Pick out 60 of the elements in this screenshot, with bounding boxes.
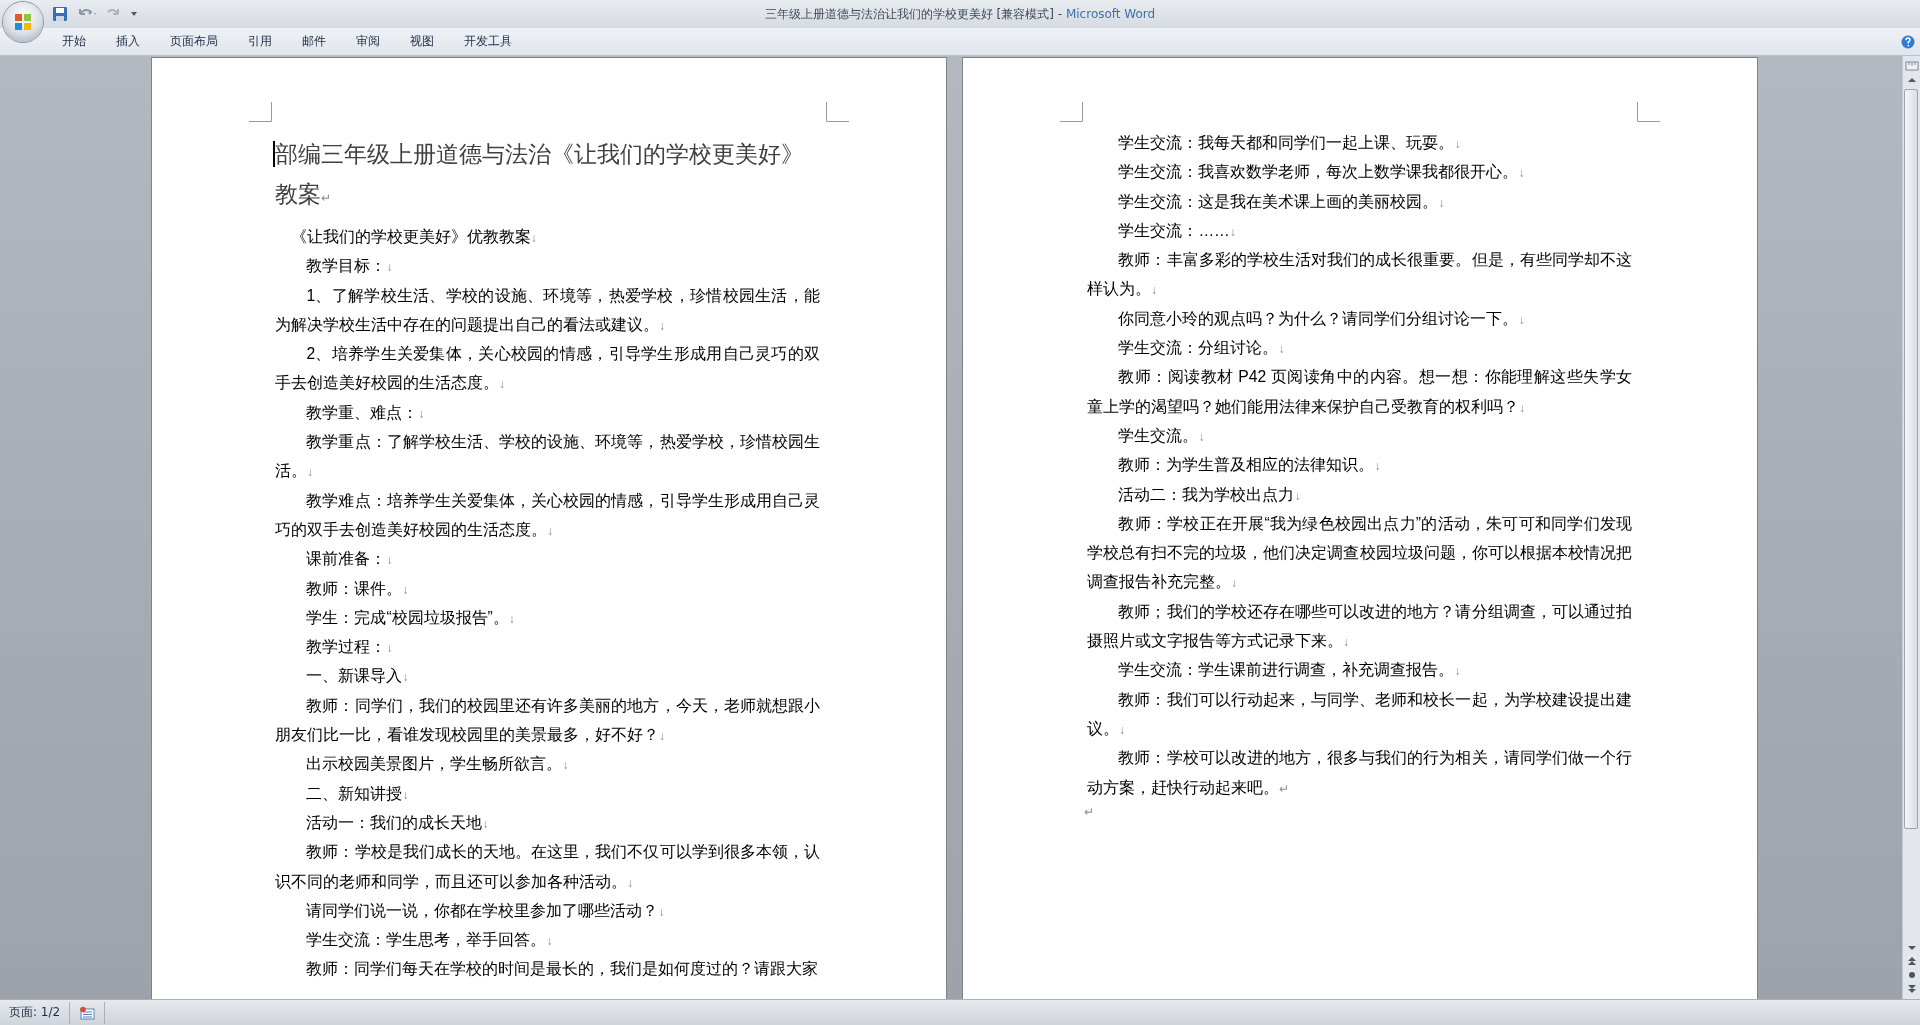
paragraph: 学生交流：我每天都和同学们一起上课、玩耍。↓ — [1117, 133, 1462, 153]
document-title: 部编三年级上册道德与法治《让我们的学校更美好》教案↵ — [275, 140, 805, 209]
paragraph: 教师：课件。↓ — [305, 578, 410, 599]
paragraph: 教师：学校是我们成长的天地。在这里，我们不仅可以学到很多本领，认识不同的老师和同学，而且还可以参加各种活动。↓ — [275, 842, 820, 892]
paragraph: 教师：同学们每天在学校的时间是最长的，我们是如何度过的？请跟大家 — [305, 959, 820, 980]
save-icon[interactable] — [52, 6, 68, 22]
corner-mark — [249, 102, 272, 122]
scroll-thumb[interactable] — [1904, 89, 1918, 829]
page-indicator[interactable]: 页面: 1/2 — [0, 1004, 70, 1021]
ribbon-tab[interactable]: 开始 — [47, 30, 101, 53]
ribbon-tab[interactable]: 页面布局 — [155, 30, 233, 53]
paragraph: 教师；我们的学校还存在哪些可以改进的地方？请分组调查，可以通过拍摄照片或文字报告等方式记录下来。↓ — [1087, 601, 1632, 652]
office-logo-icon — [13, 12, 33, 32]
paragraph: 2、培养学生关爱集体，关心校园的情感，引导学生形成用自己灵巧的双手去创造美好校园的生活态度。↓ — [275, 344, 820, 394]
paragraph: 教学目标：↓ — [305, 256, 394, 277]
paragraph: 学生交流：我喜欢数学老师，每次上数学课我都很开心。↓ — [1117, 162, 1526, 183]
ribbon-tab[interactable]: 视图 — [395, 30, 449, 53]
paragraph: 教师：阅读教材 P42 页阅读角中的内容。想一想：你能理解这些失学女童上学的渴望吗？她们能用法律来保护自己受教育的权利吗？↓ — [1087, 367, 1632, 417]
paragraph: 教学重、难点：↓ — [305, 402, 426, 423]
paragraph: 教师：丰富多彩的学校生活对我们的成长很重要。但是，有些同学却不这样认为。↓ — [1087, 250, 1632, 300]
office-button[interactable] — [3, 2, 43, 42]
paragraph: 教师：同学们，我们的校园里还有许多美丽的地方，今天，老师就想跟小朋友们比一比，看谁发现校园里的美景最多，好不好？↓ — [275, 695, 820, 746]
paragraph: 学生交流：学生思考，举手回答。↓ — [305, 930, 554, 951]
corner-mark — [826, 102, 849, 122]
corner-mark — [1637, 102, 1660, 122]
help-icon[interactable] — [1901, 34, 1915, 49]
ribbon-tab[interactable]: 邮件 — [287, 30, 341, 53]
paragraph: 学生交流：这是我在美术课上画的美丽校园。↓ — [1117, 191, 1446, 212]
paragraph: 请同学们说一说，你都在学校里参加了哪些活动？↓ — [305, 900, 666, 921]
ribbon-tab[interactable]: 审阅 — [341, 30, 395, 53]
paragraph: 一、新课导入↓ — [305, 666, 410, 687]
corner-mark — [1060, 102, 1083, 122]
paragraph: 你同意小玲的观点吗？为什么？请同学们分组讨论一下。↓ — [1117, 308, 1526, 329]
paragraph: 学生：完成“校园垃圾报告”。↓ — [305, 607, 516, 628]
ribbon-tab[interactable]: 开发工具 — [449, 30, 527, 53]
paragraph: 教学难点：培养学生关爱集体，关心校园的情感，引导学生形成用自己灵巧的双手去创造美好校园的生活态度。↓ — [275, 490, 820, 540]
paragraph: 学生交流。↓ — [1117, 425, 1206, 446]
paragraph: 学生交流：……↓ — [1117, 220, 1237, 241]
ribbon-tab[interactable]: 引用 — [233, 30, 287, 53]
paragraph: 二、新知讲授↓ — [305, 783, 410, 804]
paragraph: 学生交流：学生课前进行调查，补充调查报告。↓ — [1117, 660, 1462, 681]
paragraph: 活动二：我为学校出点力↓ — [1117, 484, 1302, 505]
paragraph: 教师：为学生普及相应的法律知识。↓ — [1117, 455, 1382, 476]
paragraph: 课前准备：↓ — [305, 549, 394, 570]
paragraph: 教师：学校可以改进的地方，很多与我们的行为相关，请同学们做一个行动方案，赶快行动起来吧。↵ — [1087, 748, 1632, 798]
window-title: 三年级上册道德与法治让我们的学校更美好 [兼容模式] - Microsoft Word — [764, 5, 1156, 23]
paragraph: 出示校园美景图片，学生畅所欲言。↓ — [305, 754, 570, 775]
paragraph: 教师：学校正在开展“我为绿色校园出点力”的活动，朱可可和同学们发现学校总有扫不完的垃圾，他们决定调查校园垃圾问题，你可以根据本校情况把调查报告补充完整。↓ — [1087, 513, 1632, 593]
paragraph: 活动一：我们的成长天地↓ — [305, 812, 490, 833]
paragraph: 学生交流：分组讨论。↓ — [1117, 338, 1286, 359]
dropdown-icon[interactable] — [130, 10, 138, 18]
macro-record-icon[interactable] — [79, 1005, 96, 1020]
ribbon-tab[interactable]: 插入 — [101, 30, 155, 53]
vertical-scrollbar[interactable] — [1902, 56, 1920, 999]
paragraph-mark: ↵ — [1084, 803, 1095, 821]
paragraph: 教学过程：↓ — [305, 637, 394, 658]
paragraph: 教学重点：了解学校生活、学校的设施、环境等，热爱学校，珍惜校园生活。↓ — [275, 432, 820, 482]
paragraph: 教师：我们可以行动起来，与同学、老师和校长一起，为学校建设提出建议。↓ — [1087, 689, 1632, 739]
paragraph: 1、了解学校生活、学校的设施、环境等，热爱学校，珍惜校园生活，能为解决学校生活中存在的问题提出自己的看法或建议。↓ — [275, 285, 820, 335]
heading: 《让我们的学校更美好》优教教案↓ — [289, 227, 538, 247]
